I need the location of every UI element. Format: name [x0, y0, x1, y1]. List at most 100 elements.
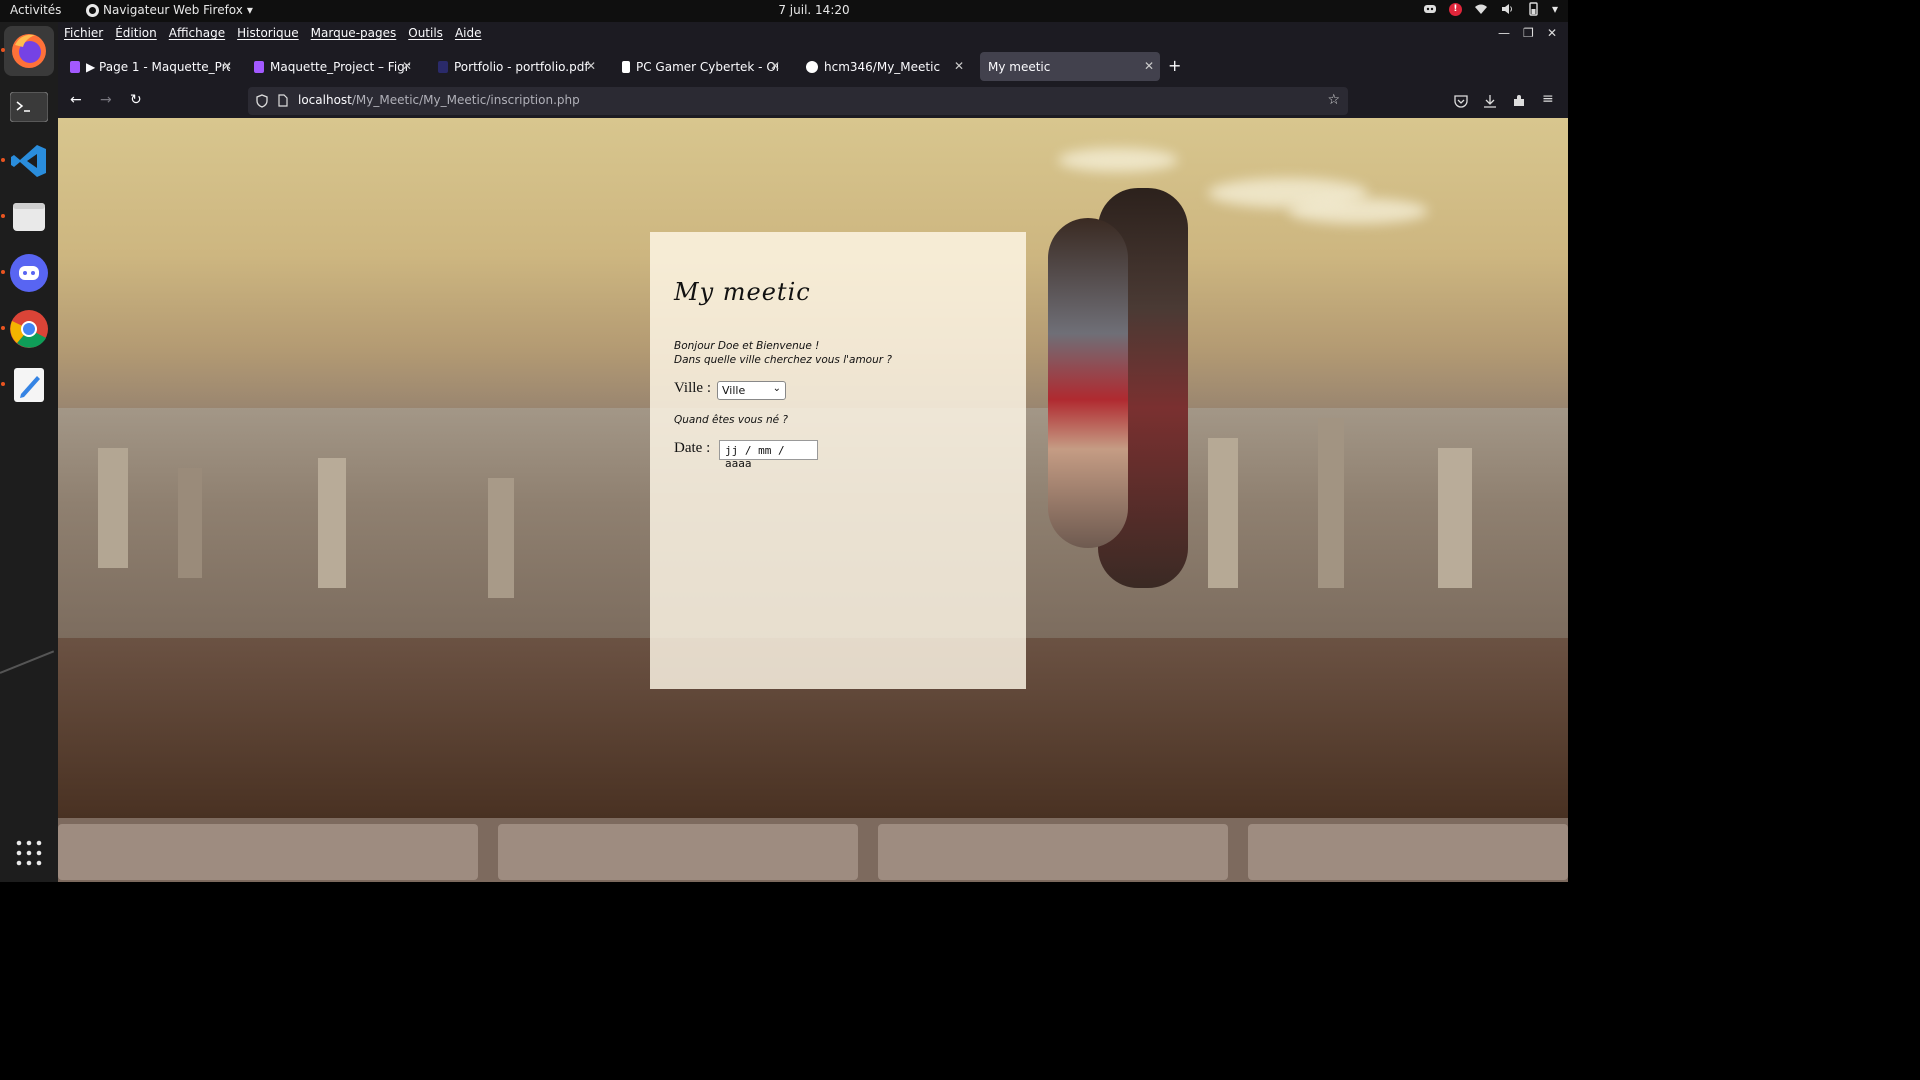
app-grid-icon	[16, 840, 42, 866]
background-curb	[58, 818, 1568, 882]
dock-vscode[interactable]	[1, 136, 54, 186]
discord-tray-icon[interactable]	[1423, 2, 1437, 16]
bookmark-star-icon[interactable]: ☆	[1327, 92, 1340, 108]
url-path: /My_Meetic/My_Meetic/inscription.php	[351, 93, 580, 107]
hamburger-menu-icon[interactable]: ≡	[1542, 91, 1554, 107]
dock-divider	[0, 650, 55, 674]
background-building	[318, 458, 346, 588]
close-tab-icon[interactable]: ✕	[222, 59, 232, 73]
download-icon[interactable]	[1483, 94, 1497, 108]
url-bar[interactable]: localhost/My_Meetic/My_Meetic/inscriptio…	[248, 87, 1348, 115]
background-cloud	[1058, 148, 1178, 172]
dock-files[interactable]	[1, 192, 54, 242]
close-tab-icon[interactable]: ✕	[586, 59, 596, 73]
tab-title: Portfolio - portfolio.pdf	[454, 59, 589, 74]
text-editor-icon	[14, 368, 44, 402]
menu-aide[interactable]: Aide	[455, 26, 482, 40]
terminal-icon	[10, 92, 48, 122]
close-window-button[interactable]: ✕	[1547, 26, 1557, 40]
running-indicator	[1, 382, 5, 386]
close-tab-icon[interactable]: ✕	[1144, 59, 1154, 73]
running-indicator	[1, 214, 5, 218]
dock-discord[interactable]	[1, 248, 54, 298]
background-building	[178, 468, 202, 578]
reload-button[interactable]: ↻	[130, 92, 142, 108]
firefox-icon	[12, 34, 46, 68]
restore-button[interactable]: ❐	[1523, 26, 1534, 40]
shield-icon[interactable]	[256, 94, 268, 108]
wifi-icon[interactable]	[1474, 2, 1488, 16]
background-building	[1318, 418, 1344, 588]
github-favicon-icon	[806, 60, 818, 73]
background-cloud	[1288, 198, 1428, 224]
background-building	[98, 448, 128, 568]
city-select-value: Ville	[722, 384, 746, 397]
background-building	[488, 478, 514, 598]
back-button[interactable]: ←	[70, 92, 82, 108]
tab-title: Maquette_Project – Figm	[270, 59, 410, 74]
greeting-text: Bonjour Doe et Bienvenue !	[674, 340, 820, 352]
new-tab-button[interactable]: +	[1168, 56, 1181, 75]
volume-icon[interactable]	[1500, 2, 1514, 16]
running-indicator	[1, 48, 5, 52]
background-person	[1048, 218, 1128, 548]
running-indicator	[1, 326, 5, 330]
show-applications-button[interactable]	[4, 828, 54, 878]
system-top-bar: Activités Navigateur Web Firefox ▾ 7 jui…	[0, 0, 1568, 22]
menu-fichier[interactable]: Fichier	[64, 26, 103, 40]
page-content: My meetic Bonjour Doe et Bienvenue ! Dan…	[58, 118, 1568, 882]
city-question-text: Dans quelle ville cherchez vous l'amour …	[674, 354, 892, 366]
chevron-down-icon: ⌄	[772, 383, 781, 394]
tab-figma-page[interactable]: ▶ Page 1 - Maquette_Pro ✕	[62, 52, 238, 81]
system-tray[interactable]: ! ▾	[1423, 2, 1558, 16]
tab-figma-project[interactable]: Maquette_Project – Figm ✕	[246, 52, 418, 81]
clock[interactable]: 7 juil. 14:20	[0, 3, 1628, 17]
tab-github[interactable]: hcm346/My_Meetic ✕	[798, 52, 970, 81]
dock-text-editor[interactable]	[1, 360, 54, 410]
dock-chrome[interactable]	[1, 304, 54, 354]
battery-icon[interactable]	[1526, 2, 1540, 16]
tab-title: PC Gamer Cybertek - Ord	[636, 59, 778, 74]
menu-marque-pages[interactable]: Marque-pages	[311, 26, 397, 40]
tab-title: ▶ Page 1 - Maquette_Pro	[86, 59, 230, 74]
menu-historique[interactable]: Historique	[237, 26, 299, 40]
vscode-icon	[11, 145, 46, 177]
notification-alert-icon[interactable]: !	[1448, 2, 1462, 16]
dock	[0, 22, 58, 882]
site-title: My meetic	[674, 278, 811, 306]
menu-affichage[interactable]: Affichage	[169, 26, 225, 40]
minimize-button[interactable]: —	[1498, 26, 1510, 40]
tab-portfolio-pdf[interactable]: Portfolio - portfolio.pdf ✕	[430, 52, 602, 81]
city-label: Ville :	[674, 380, 712, 396]
menu-edition[interactable]: Édition	[115, 26, 157, 40]
birthdate-input[interactable]: jj / mm / aaaa	[719, 440, 818, 470]
page-info-icon[interactable]	[278, 94, 288, 107]
dock-firefox[interactable]	[1, 26, 54, 76]
navigation-toolbar: ← → ↻ localhost/My_Meetic/My_Meetic/insc…	[58, 84, 1568, 118]
pocket-icon[interactable]	[1454, 94, 1468, 108]
close-tab-icon[interactable]: ✕	[954, 59, 964, 73]
menu-outils[interactable]: Outils	[408, 26, 443, 40]
registration-panel: My meetic Bonjour Doe et Bienvenue ! Dan…	[650, 232, 1026, 689]
tab-strip: ▶ Page 1 - Maquette_Pro ✕ Maquette_Proje…	[58, 50, 1568, 83]
close-tab-icon[interactable]: ✕	[402, 59, 412, 73]
pdf-favicon-icon	[438, 60, 448, 73]
background-building	[1208, 438, 1238, 588]
background-building	[1438, 448, 1472, 588]
figma-favicon-icon	[70, 60, 80, 73]
chevron-down-icon[interactable]: ▾	[1552, 2, 1558, 16]
firefox-window: Fichier Édition Affichage Historique Mar…	[58, 22, 1568, 882]
date-label: Date :	[674, 440, 711, 456]
cybertek-favicon-icon	[622, 60, 630, 73]
forward-button[interactable]: →	[100, 92, 112, 108]
tab-title: hcm346/My_Meetic	[824, 59, 941, 74]
close-tab-icon[interactable]: ✕	[770, 59, 780, 73]
url-text[interactable]: localhost/My_Meetic/My_Meetic/inscriptio…	[298, 93, 580, 107]
extensions-icon[interactable]	[1512, 94, 1526, 108]
files-icon	[13, 203, 45, 231]
url-host: localhost	[298, 93, 352, 107]
dock-terminal[interactable]	[4, 82, 54, 132]
city-select[interactable]: Ville ⌄	[717, 381, 786, 400]
tab-cybertek[interactable]: PC Gamer Cybertek - Ord ✕	[614, 52, 786, 81]
tab-my-meetic[interactable]: My meetic ✕	[980, 52, 1160, 81]
